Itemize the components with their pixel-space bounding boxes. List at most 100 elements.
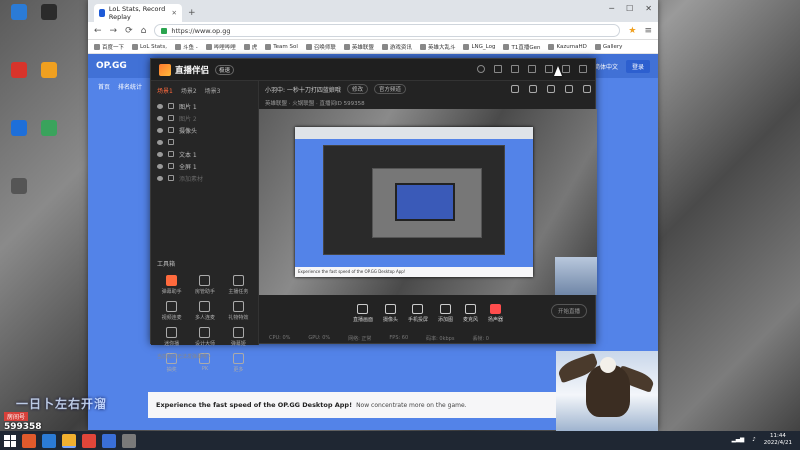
avatar[interactable] [477, 65, 485, 73]
stream-control[interactable]: 麦克风 [463, 303, 478, 323]
toolbox-item[interactable]: 视频连麦 [155, 301, 188, 321]
volume-icon[interactable]: ♪ [752, 437, 756, 443]
bookmark-item[interactable]: 虎 [242, 43, 260, 51]
browser-tab[interactable]: LoL Stats, Record Replay ✕ [94, 4, 182, 22]
reload-icon[interactable]: ⟳ [125, 26, 133, 36]
minimize-icon[interactable]: ─ [609, 4, 614, 13]
network-icon[interactable]: ▂▄▆ [732, 437, 745, 443]
desktop-icon[interactable] [6, 120, 32, 138]
source-item[interactable]: 文本 1 [151, 148, 258, 160]
desktop-icon[interactable] [6, 178, 32, 196]
opgg-logo[interactable]: OP.GG [96, 61, 127, 71]
visibility-eye-icon[interactable] [157, 139, 163, 145]
visibility-eye-icon[interactable] [157, 163, 163, 169]
start-live-button[interactable]: 开始直播 [551, 304, 587, 318]
toolbox-item[interactable]: 多人连麦 [188, 301, 221, 321]
toolbox-item[interactable]: 礼物特效 [222, 301, 255, 321]
toolbox-item[interactable]: 主播任务 [222, 275, 255, 295]
taskbar-app-icon[interactable] [42, 433, 56, 448]
taskbar-app-icon[interactable] [82, 433, 96, 448]
source-item[interactable]: 添加素材 [151, 172, 258, 184]
settings-icon[interactable] [494, 65, 502, 73]
stream-control[interactable]: 扬声器 [488, 303, 503, 323]
toolbox-item[interactable]: 迷你播 [155, 327, 188, 347]
stream-preview[interactable]: Experience the fast speed of the OP.GG D… [259, 109, 597, 295]
source-item[interactable]: 全屏 1 [151, 160, 258, 172]
new-tab-button[interactable]: + [188, 8, 196, 18]
maximize-icon[interactable] [562, 65, 570, 73]
forward-icon[interactable]: → [110, 26, 118, 36]
bookmark-item[interactable]: 哔哩哔哩 [204, 43, 238, 51]
language-select[interactable]: 简体中文 [594, 62, 618, 71]
maximize-icon[interactable]: ☐ [626, 4, 633, 13]
official-channel-button[interactable]: 官方频道 [373, 84, 406, 94]
capture-icon[interactable] [511, 85, 519, 93]
bookmark-item[interactable]: T1直播Gen [501, 43, 542, 51]
back-icon[interactable]: ← [94, 26, 102, 36]
desktop-app-banner[interactable]: Experience the fast speed of the OP.GG D… [148, 392, 568, 418]
stream-control[interactable]: 直播画面 [353, 303, 373, 323]
toolbox-item[interactable]: 更多 [222, 353, 255, 373]
help-icon[interactable] [528, 65, 536, 73]
edit-title-button[interactable]: 修改 [346, 84, 368, 94]
notification-icon[interactable] [565, 85, 573, 93]
bookmark-item[interactable]: 英雄大乱斗 [418, 43, 458, 51]
taskbar-app-icon[interactable] [22, 433, 36, 448]
stream-control[interactable]: 添加图 [438, 303, 453, 323]
stream-control[interactable]: 手机投屏 [408, 303, 428, 323]
close-tab-icon[interactable]: ✕ [172, 9, 177, 17]
login-button[interactable]: 登录 [625, 60, 650, 73]
source-item[interactable] [151, 136, 258, 148]
clock[interactable]: 11:44 2022/4/21 [764, 433, 792, 447]
scene-tab[interactable]: 场景2 [181, 86, 197, 95]
danmu-hint: 当前房间无法发弹幕哦~ [157, 354, 212, 360]
layout-icon[interactable] [547, 85, 555, 93]
source-item[interactable]: 摄像头 [151, 124, 258, 136]
bookmark-item[interactable]: Gallery [593, 43, 625, 50]
desktop-icon[interactable] [36, 62, 62, 80]
visibility-eye-icon[interactable] [157, 127, 163, 133]
bookmark-item[interactable]: 召唤师联 [304, 43, 338, 51]
bookmark-item[interactable]: LNG_Log [461, 43, 497, 50]
skin-icon[interactable] [511, 65, 519, 73]
visibility-eye-icon[interactable] [157, 115, 163, 121]
taskbar-app-icon[interactable] [122, 433, 136, 448]
stream-control[interactable]: 摄像头 [383, 303, 398, 323]
nav-home[interactable]: 首页 [98, 82, 110, 91]
fullscreen-icon[interactable] [529, 85, 537, 93]
close-icon[interactable] [579, 65, 587, 73]
close-window-icon[interactable]: ✕ [645, 4, 652, 13]
bookmark-star-icon[interactable]: ★ [628, 26, 636, 36]
source-item[interactable]: 图片 2 [151, 112, 258, 124]
minimize-icon[interactable] [545, 65, 553, 73]
desktop-icon[interactable] [6, 62, 32, 80]
url-field[interactable]: https://www.op.gg [154, 24, 621, 37]
desktop-icon[interactable] [36, 120, 62, 138]
visibility-eye-icon[interactable] [157, 151, 163, 157]
bookmark-item[interactable]: 英雄联盟 [342, 43, 376, 51]
bookmark-item[interactable]: 百度一下 [92, 43, 126, 51]
share-icon[interactable] [583, 85, 591, 93]
home-icon[interactable]: ⌂ [141, 26, 147, 36]
bookmark-item[interactable]: KazumaHD [546, 43, 588, 50]
toolbox-item[interactable]: 弹幕姬 [222, 327, 255, 347]
scene-tab[interactable]: 场景3 [205, 86, 221, 95]
bookmark-item[interactable]: 斗鱼 - [173, 43, 200, 51]
desktop-icon[interactable] [6, 4, 32, 22]
windows-start-icon[interactable] [4, 434, 16, 447]
visibility-eye-icon[interactable] [157, 175, 163, 181]
toolbox-item[interactable]: 设计大师 [188, 327, 221, 347]
taskbar-app-icon[interactable] [102, 433, 116, 448]
source-item[interactable]: 图片 1 [151, 100, 258, 112]
nav-stats[interactable]: 排名统计 [118, 82, 142, 91]
menu-icon[interactable]: ≡ [644, 26, 652, 36]
bookmark-item[interactable]: LoL Stats, [130, 43, 169, 50]
toolbox-item[interactable]: 房管助手 [188, 275, 221, 295]
scene-tab[interactable]: 场景1 [157, 86, 173, 95]
bookmark-item[interactable]: Team Sol [263, 43, 300, 50]
desktop-icon[interactable] [36, 4, 62, 22]
bookmark-item[interactable]: 游戏资讯 [380, 43, 414, 51]
taskbar-app-icon[interactable] [62, 433, 76, 448]
toolbox-item[interactable]: 弹幕助手 [155, 275, 188, 295]
visibility-eye-icon[interactable] [157, 103, 163, 109]
